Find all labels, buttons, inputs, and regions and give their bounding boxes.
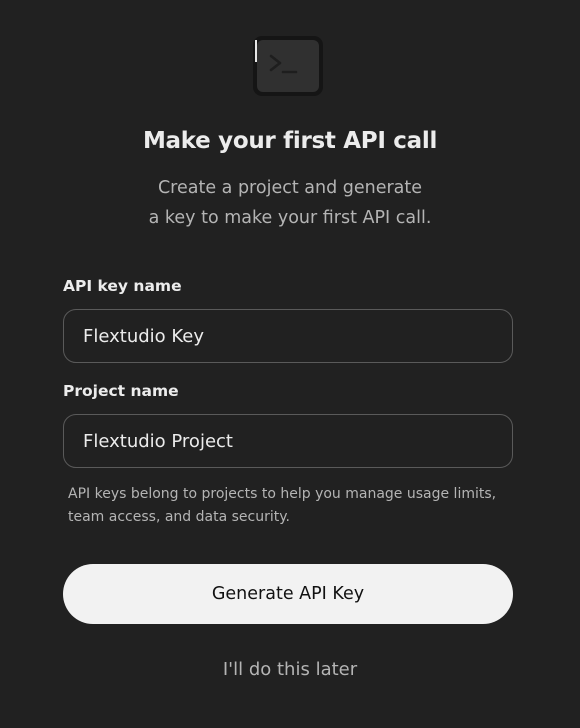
dialog-subtitle-line-2: a key to make your first API call. — [148, 208, 432, 228]
project-name-input[interactable] — [64, 415, 512, 467]
terminal-prompt-glyph — [269, 54, 298, 74]
helper-text-line-1: API keys belong to projects to help you … — [68, 486, 497, 502]
text-cursor-caret — [255, 40, 257, 62]
helper-text: API keys belong to projects to help you … — [68, 483, 518, 529]
do-this-later-link[interactable]: I'll do this later — [0, 659, 580, 680]
terminal-icon — [253, 36, 323, 96]
api-key-dialog: Make your first API call Create a projec… — [0, 0, 580, 728]
api-key-name-input[interactable] — [64, 310, 512, 362]
terminal-icon-screen — [257, 40, 319, 92]
dialog-title: Make your first API call — [142, 128, 438, 154]
project-name-field[interactable] — [63, 414, 513, 468]
api-key-name-field[interactable] — [63, 309, 513, 363]
project-name-label: Project name — [63, 382, 179, 400]
helper-text-line-2: team access, and data security. — [68, 509, 290, 525]
dialog-subtitle-line-1: Create a project and generate — [157, 178, 423, 198]
api-key-name-label: API key name — [63, 277, 182, 295]
generate-api-key-button[interactable]: Generate API Key — [63, 564, 513, 624]
